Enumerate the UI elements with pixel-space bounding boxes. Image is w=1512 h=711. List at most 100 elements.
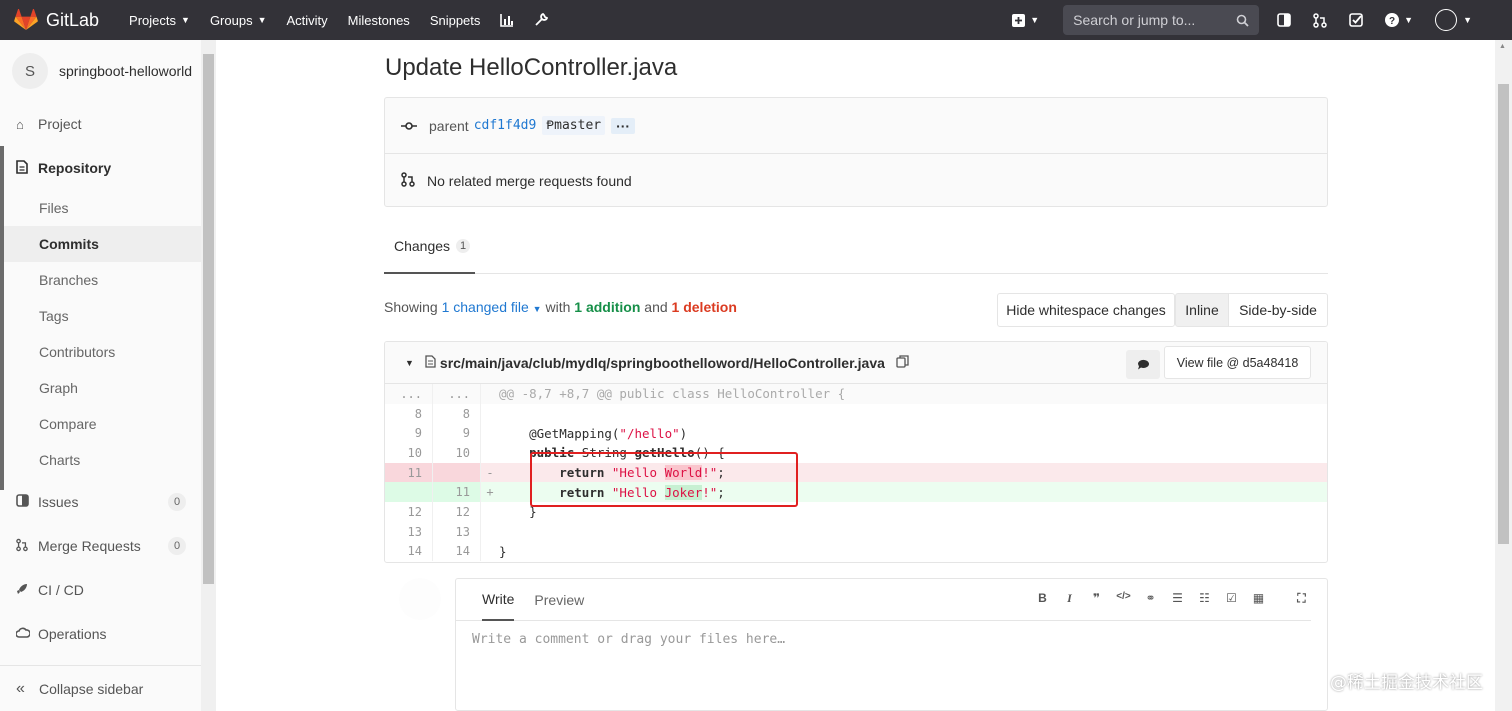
bold-icon[interactable]: B bbox=[1029, 591, 1056, 606]
commit-icon bbox=[401, 118, 417, 134]
quote-icon[interactable]: ❞ bbox=[1083, 591, 1110, 606]
todo-check-icon[interactable] bbox=[1349, 13, 1363, 27]
new-line-number[interactable]: 12 bbox=[433, 502, 481, 522]
page-scrollbar-thumb[interactable] bbox=[1498, 84, 1509, 544]
new-line-number[interactable]: 14 bbox=[433, 541, 481, 562]
sidebar-item-label: Operations bbox=[38, 626, 107, 642]
search-placeholder: Search or jump to... bbox=[1073, 12, 1196, 28]
issues-count-badge: 0 bbox=[168, 493, 186, 511]
highlight-annotation-box bbox=[530, 452, 798, 507]
new-line-number[interactable]: 13 bbox=[433, 521, 481, 542]
comment-textarea[interactable]: Write a comment or drag your files here… bbox=[472, 632, 785, 647]
sidebar-subitem-files[interactable]: Files bbox=[0, 190, 215, 226]
comment-toggle-button[interactable] bbox=[1126, 350, 1160, 379]
old-line-number[interactable]: 10 bbox=[385, 443, 433, 463]
nav-snippets[interactable]: Snippets bbox=[430, 13, 481, 28]
sidebar-item-label: CI / CD bbox=[38, 582, 84, 598]
tab-preview[interactable]: Preview bbox=[534, 579, 584, 621]
collapse-sidebar-button[interactable]: « Collapse sidebar bbox=[0, 665, 201, 711]
sidebar-item-issues[interactable]: Issues 0 bbox=[0, 480, 215, 524]
sidebar-scrollbar[interactable] bbox=[201, 40, 216, 711]
nav-milestones[interactable]: Milestones bbox=[348, 13, 410, 28]
nav-projects[interactable]: Projects ▼ bbox=[129, 13, 190, 28]
commit-parent-row: parent cdf1f4d9 Ᵽmaster ··· bbox=[385, 98, 1327, 154]
italic-icon[interactable]: I bbox=[1056, 591, 1083, 606]
sidebar-subitem-charts[interactable]: Charts bbox=[0, 442, 215, 478]
tab-write[interactable]: Write bbox=[482, 579, 515, 621]
branch-pill[interactable]: Ᵽmaster bbox=[542, 116, 606, 135]
scroll-up-arrow[interactable]: ▲ bbox=[1499, 43, 1506, 50]
rocket-icon bbox=[16, 583, 38, 598]
sidebar-scrollbar-thumb[interactable] bbox=[203, 54, 214, 584]
sidebar-item-project[interactable]: ⌂ Project bbox=[0, 102, 215, 146]
search-input[interactable]: Search or jump to... bbox=[1063, 5, 1260, 35]
numbered-list-icon[interactable]: ☷ bbox=[1191, 591, 1218, 606]
inline-view-button[interactable]: Inline bbox=[1175, 293, 1229, 327]
old-line-number[interactable]: 13 bbox=[385, 521, 433, 542]
tab-changes[interactable]: Changes 1 bbox=[384, 220, 475, 274]
fullscreen-icon[interactable]: ⛶ bbox=[1288, 591, 1315, 606]
commit-info-box: parent cdf1f4d9 Ᵽmaster ··· No related m… bbox=[384, 97, 1328, 207]
merge-request-icon[interactable] bbox=[1313, 12, 1327, 28]
file-path-link[interactable]: src/main/java/club/mydlq/springboothello… bbox=[440, 355, 885, 371]
comment-form: Write Preview B I ❞ </> ⚭ ☰ ☷ ☑ ▦ ⛶ Writ… bbox=[455, 578, 1328, 711]
sidebar-item-repository[interactable]: Repository bbox=[0, 146, 215, 190]
document-icon bbox=[16, 159, 38, 177]
sidebar-subitem-compare[interactable]: Compare bbox=[0, 406, 215, 442]
search-icon bbox=[1236, 14, 1249, 27]
user-avatar-menu[interactable]: ▼ bbox=[1435, 9, 1472, 31]
new-line-number[interactable]: 8 bbox=[433, 403, 481, 424]
showing-text: Showing bbox=[384, 299, 438, 315]
hide-whitespace-button[interactable]: Hide whitespace changes bbox=[997, 293, 1175, 327]
old-line-number[interactable]: 11 bbox=[385, 462, 433, 483]
wrench-icon[interactable] bbox=[534, 13, 549, 27]
sidebar-subitem-tags[interactable]: Tags bbox=[0, 298, 215, 334]
double-chevron-left-icon: « bbox=[16, 679, 25, 697]
sidebar-item-operations[interactable]: Operations bbox=[0, 612, 215, 656]
sidebar-item-merge-requests[interactable]: Merge Requests 0 bbox=[0, 524, 215, 568]
changed-files-dropdown[interactable]: 1 changed file ▼ bbox=[442, 299, 542, 315]
nav-activity[interactable]: Activity bbox=[287, 13, 328, 28]
collapse-caret-icon[interactable]: ▼ bbox=[405, 358, 414, 368]
diff-hunk-header: ... ... @@ -8,7 +8,7 @@ public class Hel… bbox=[385, 384, 1327, 404]
chart-icon[interactable] bbox=[500, 13, 514, 27]
new-line-number[interactable]: 11 bbox=[433, 482, 481, 503]
more-branches-button[interactable]: ··· bbox=[611, 117, 636, 134]
plus-square-icon[interactable]: ▼ bbox=[1012, 13, 1039, 27]
page-scrollbar[interactable]: ▲ bbox=[1495, 40, 1512, 711]
new-line-number[interactable]: 9 bbox=[433, 423, 481, 444]
diff-line-added: 11 + return "Hello Joker!"; bbox=[385, 482, 1327, 503]
copy-icon[interactable] bbox=[896, 354, 909, 371]
old-line-number[interactable] bbox=[385, 482, 433, 503]
bulleted-list-icon[interactable]: ☰ bbox=[1164, 591, 1191, 606]
code-icon[interactable]: </> bbox=[1110, 591, 1137, 606]
old-line-number[interactable]: 12 bbox=[385, 502, 433, 522]
side-by-side-view-button[interactable]: Side-by-side bbox=[1229, 293, 1328, 327]
speech-bubble-icon bbox=[1137, 359, 1149, 370]
help-icon[interactable]: ? ▼ bbox=[1385, 13, 1413, 27]
sidebar-subitem-commits[interactable]: Commits bbox=[0, 226, 215, 262]
parent-sha-link[interactable]: cdf1f4d9 bbox=[474, 118, 537, 133]
gitlab-logo[interactable]: GitLab bbox=[14, 9, 99, 31]
view-file-button[interactable]: View file @ d5a48418 bbox=[1164, 346, 1311, 379]
sidebar-subitem-branches[interactable]: Branches bbox=[0, 262, 215, 298]
new-line-number[interactable] bbox=[433, 462, 481, 483]
commit-tabs: Changes 1 bbox=[384, 220, 1328, 274]
caret-down-icon: ▼ bbox=[532, 304, 542, 314]
nav-groups[interactable]: Groups ▼ bbox=[210, 13, 267, 28]
new-line-number[interactable]: 10 bbox=[433, 443, 481, 463]
sidebar-item-cicd[interactable]: CI / CD bbox=[0, 568, 215, 612]
sidebar-subitem-contributors[interactable]: Contributors bbox=[0, 334, 215, 370]
link-icon[interactable]: ⚭ bbox=[1137, 591, 1164, 606]
task-list-icon[interactable]: ☑ bbox=[1218, 591, 1245, 606]
sidebar-project-header[interactable]: S springboot-helloworld bbox=[0, 40, 215, 102]
table-icon[interactable]: ▦ bbox=[1245, 591, 1272, 606]
old-line-number[interactable]: 8 bbox=[385, 403, 433, 424]
top-navbar: GitLab Projects ▼ Groups ▼ Activity Milest… bbox=[0, 0, 1512, 40]
nav-groups-label: Groups bbox=[209, 12, 253, 28]
sidebar-panel-icon[interactable] bbox=[1277, 13, 1291, 27]
gitlab-tanuki-icon bbox=[14, 9, 38, 30]
old-line-number[interactable]: 9 bbox=[385, 423, 433, 444]
old-line-number[interactable]: 14 bbox=[385, 541, 433, 562]
sidebar-subitem-graph[interactable]: Graph bbox=[0, 370, 215, 406]
